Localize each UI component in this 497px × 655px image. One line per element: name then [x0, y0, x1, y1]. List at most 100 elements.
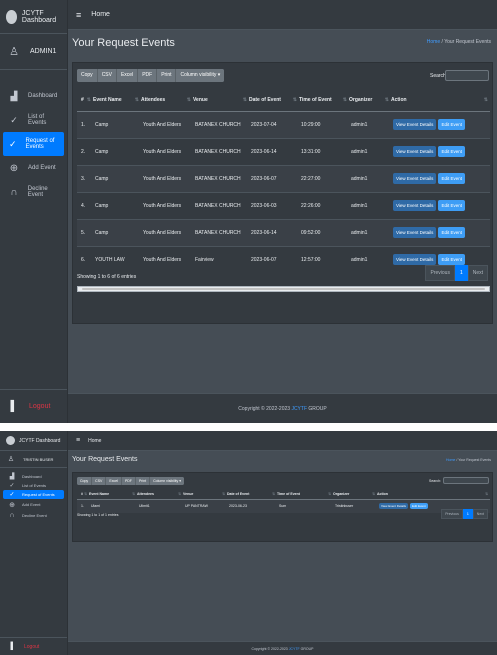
sidebar-item-request-of-events[interactable]: ✓ Request of Events — [3, 490, 64, 499]
column-header-attendees[interactable]: Attendees ⇅ — [141, 89, 193, 112]
footer: Copyright © 2022-2023 JCYTF GROUP — [68, 641, 497, 655]
column-header-date[interactable]: Date of Event ⇅ — [249, 89, 299, 112]
table-cell: 1. — [77, 110, 93, 138]
csv-button[interactable]: CSV — [97, 69, 117, 82]
brand-logo — [6, 436, 15, 445]
table-cell: 10:29:00 — [299, 110, 349, 138]
nav-home-link[interactable]: Home — [91, 11, 110, 18]
export-toolbar: Copy CSV Excel PDF Print Column visibili… — [77, 69, 225, 82]
edit-event-button[interactable]: Edit Event — [438, 200, 465, 211]
column-header-action[interactable]: Action ⇅ — [391, 89, 490, 112]
scrollbar-thumb[interactable] — [82, 288, 485, 290]
csv-button[interactable]: CSV — [92, 477, 107, 485]
next-page-button[interactable]: Next — [467, 265, 488, 281]
breadcrumb-home[interactable]: Home — [427, 39, 440, 45]
footer: Copyright © 2022-2023 JCYTF GROUP — [68, 393, 497, 423]
column-header-event-name[interactable]: Event Name ⇅ — [93, 89, 141, 112]
view-event-details-button[interactable]: View Event Details — [393, 227, 437, 238]
sidebar-item-list-of-events[interactable]: ✓ List of Events — [3, 481, 64, 490]
print-button[interactable]: Print — [135, 477, 151, 485]
table-cell: 12:57:00 — [299, 245, 349, 273]
nav-home-link[interactable]: Home — [88, 438, 101, 444]
edit-event-button[interactable]: Edit Event — [409, 503, 428, 510]
events-table-body: 1. Ulami Ulimit1 UP PANTRAW 2023-06-23 Sum Tri… — [77, 498, 490, 513]
search-label: Search: — [429, 479, 442, 483]
previous-page-button[interactable]: Previous — [441, 509, 463, 519]
search-input[interactable] — [443, 477, 489, 484]
table-cell: 09:52:00 — [299, 218, 349, 246]
footer-suffix: GROUP — [300, 647, 314, 651]
column-visibility-button[interactable]: Column visibility ▾ — [150, 477, 184, 485]
sidebar-item-list-of-events[interactable]: ✓ List of Events — [3, 108, 64, 132]
column-header-attendees[interactable]: Attendees ⇅ — [137, 489, 183, 500]
view-event-details-button[interactable]: View Event Details — [379, 503, 408, 510]
column-header-number[interactable]: # ⇅ — [77, 89, 93, 112]
sidebar-item-dashboard[interactable]: ▟ Dashboard — [3, 84, 64, 108]
sidebar: JCYTF Dashboard ♙ TRISTIN BUSER ▟ Dashbo… — [0, 431, 68, 655]
column-header-date[interactable]: Date of Event ⇅ — [227, 489, 277, 500]
view-event-details-button[interactable]: View Event Details — [393, 119, 437, 130]
breadcrumb-home[interactable]: Home — [446, 458, 455, 462]
table-cell: 2023-06-23 — [227, 498, 277, 513]
view-event-details-button[interactable]: View Event Details — [393, 200, 437, 211]
page-1-button[interactable]: 1 — [454, 265, 468, 281]
column-visibility-button[interactable]: Column visibility ▾ — [176, 69, 225, 82]
brand[interactable]: JCYTF Dashboard — [0, 431, 67, 451]
column-header-venue[interactable]: Venue ⇅ — [183, 489, 227, 500]
menu-toggle-icon[interactable]: ≡ — [76, 10, 81, 20]
check-icon: ✓ — [8, 138, 17, 149]
sidebar-item-add-event[interactable]: ⊕ Add Event — [3, 156, 64, 180]
pdf-button[interactable]: PDF — [121, 477, 136, 485]
view-event-details-button[interactable]: View Event Details — [393, 173, 437, 184]
column-header-event-name[interactable]: Event Name ⇅ — [89, 489, 137, 500]
pagination: Previous 1 Next — [425, 265, 488, 281]
excel-button[interactable]: Excel — [106, 477, 122, 485]
horizontal-scrollbar[interactable] — [77, 286, 490, 292]
sidebar-item-add-event[interactable]: ⊕ Add Event — [3, 499, 64, 510]
footer-org-link[interactable]: JCYTF — [291, 406, 307, 412]
user-panel[interactable]: ♙ TRISTIN BUSER — [0, 451, 67, 468]
brand[interactable]: JCYTF Dashboard — [0, 0, 67, 34]
column-header-organizer[interactable]: Organizer ⇅ — [333, 489, 377, 500]
print-button[interactable]: Print — [157, 69, 177, 82]
logout-button[interactable]: ▌ Logout — [0, 389, 67, 423]
edit-event-button[interactable]: Edit Event — [438, 146, 465, 157]
sidebar-item-label: Add Event — [22, 502, 41, 507]
edit-event-button[interactable]: Edit Event — [438, 227, 465, 238]
column-header-organizer[interactable]: Organizer ⇅ — [349, 89, 391, 112]
sidebar-item-request-of-events[interactable]: ✓ Request of Events — [3, 132, 64, 156]
user-icon: ♙ — [9, 46, 19, 58]
edit-event-button[interactable]: Edit Event — [438, 173, 465, 184]
menu-toggle-icon[interactable]: ≡ — [76, 437, 80, 444]
column-header-action[interactable]: Action ⇅ — [377, 489, 490, 500]
table-cell: admin1 — [349, 245, 391, 273]
table-cell: 2023-06-07 — [249, 245, 299, 273]
edit-event-button[interactable]: Edit Event — [438, 254, 465, 266]
page-1-button[interactable]: 1 — [462, 509, 473, 519]
view-event-details-button[interactable]: View Event Details — [393, 254, 437, 266]
logout-button[interactable]: ▌ Logout — [0, 637, 67, 655]
user-icon: ♙ — [7, 456, 15, 463]
sidebar-item-decline-event[interactable]: ∩ Decline Event — [3, 180, 64, 204]
copy-button[interactable]: Copy — [77, 477, 93, 485]
excel-button[interactable]: Excel — [116, 69, 139, 82]
search-input[interactable] — [445, 70, 489, 81]
column-header-time[interactable]: Time of Event ⇅ — [299, 89, 349, 112]
user-panel[interactable]: ♙ ADMIN1 — [0, 34, 67, 70]
column-header-number[interactable]: # ⇅ — [77, 489, 89, 500]
table-cell: Youth And Elders — [141, 218, 193, 246]
next-page-button[interactable]: Next — [472, 509, 488, 519]
sidebar-item-dashboard[interactable]: ▟ Dashboard — [3, 472, 64, 481]
sidebar-item-decline-event[interactable]: ∩ Decline Event — [3, 510, 64, 521]
table-cell: BATANEX CHURCH — [193, 218, 249, 246]
column-header-time[interactable]: Time of Event ⇅ — [277, 489, 333, 500]
previous-page-button[interactable]: Previous — [425, 265, 455, 281]
edit-event-button[interactable]: Edit Event — [438, 119, 465, 130]
view-event-details-button[interactable]: View Event Details — [393, 146, 437, 157]
footer-org-link[interactable]: JCYTF — [289, 647, 300, 651]
pdf-button[interactable]: PDF — [138, 69, 158, 82]
action-cell: View Event Details Edit Event — [391, 110, 490, 138]
copy-button[interactable]: Copy — [77, 69, 98, 82]
plus-circle-icon: ⊕ — [9, 162, 19, 174]
column-header-venue[interactable]: Venue ⇅ — [193, 89, 249, 112]
